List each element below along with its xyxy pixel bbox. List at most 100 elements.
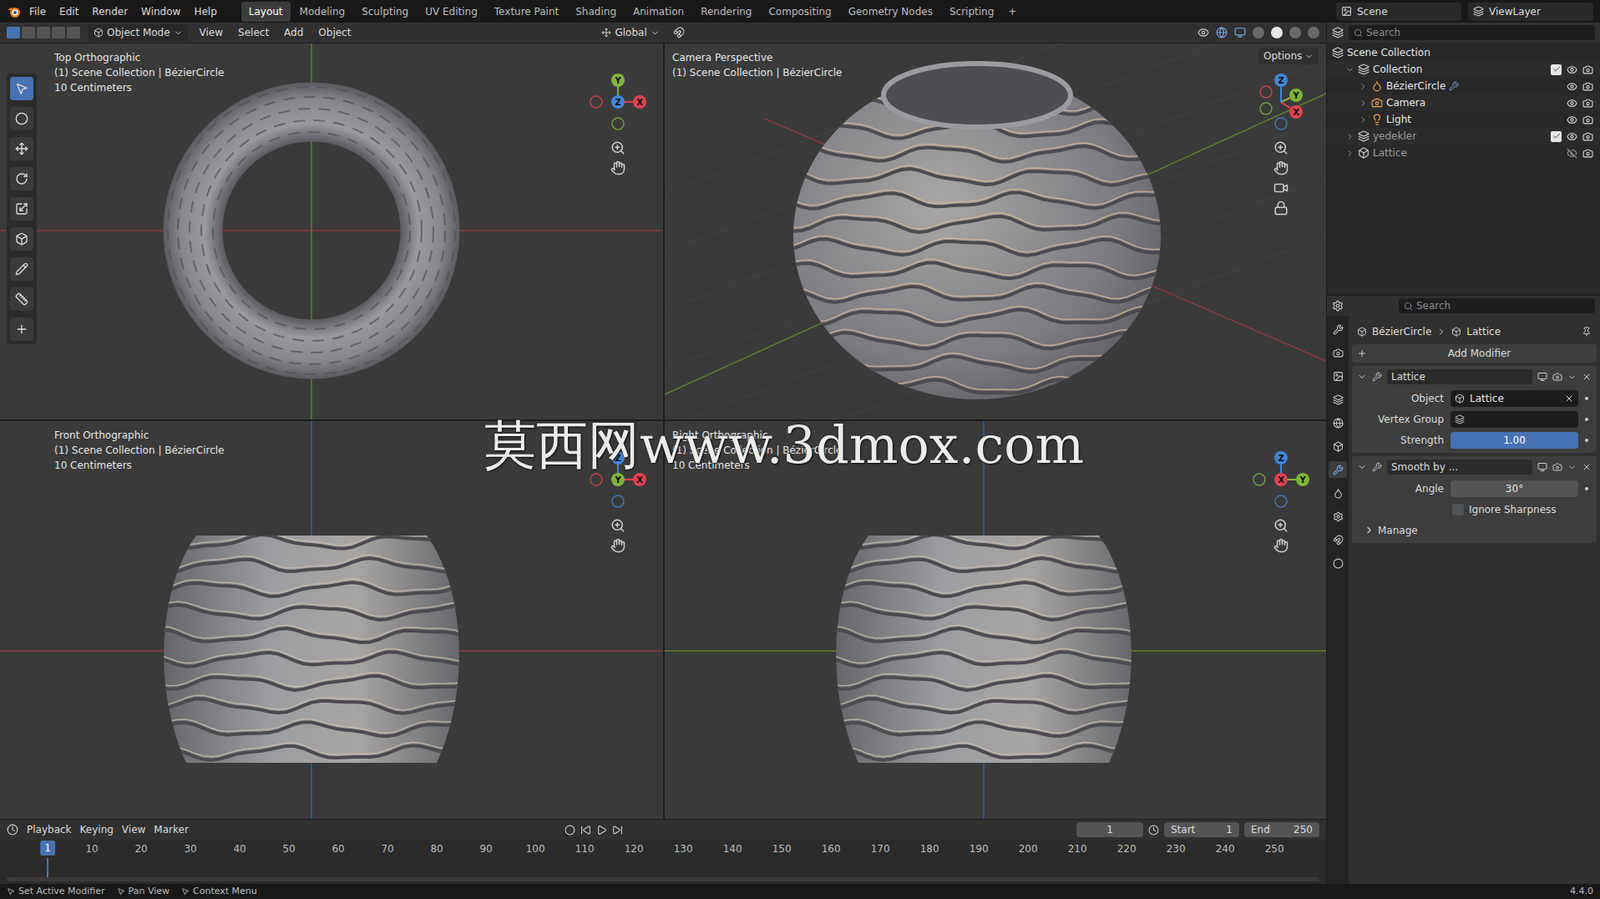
expand-icon[interactable] (1358, 98, 1368, 108)
view-layer-selector[interactable]: ViewLayer (1468, 2, 1594, 21)
header-menu[interactable]: Add (280, 25, 307, 41)
select-mode-button[interactable] (66, 26, 81, 39)
timeline-menu[interactable]: Marker (153, 821, 188, 837)
tool-button[interactable] (10, 197, 34, 221)
lock-icon[interactable] (1273, 200, 1289, 216)
play-icon[interactable] (596, 824, 608, 836)
remove-icon[interactable] (1581, 461, 1592, 472)
workspace-tab[interactable]: Animation (625, 1, 692, 22)
render-icon[interactable] (1582, 97, 1594, 109)
slider-field[interactable]: 1.00 (1450, 431, 1579, 449)
shading-button[interactable] (1270, 26, 1283, 39)
vase-model[interactable] (664, 420, 1327, 819)
tool-button[interactable] (10, 257, 34, 281)
outliner-row[interactable]: Light (1326, 111, 1600, 128)
current-frame-field[interactable]: 1 (1076, 821, 1144, 837)
workspace-tab[interactable]: Texture Paint (486, 1, 567, 22)
torus-model[interactable] (0, 43, 664, 420)
pan-hand-icon[interactable] (610, 537, 626, 553)
workspace-tab[interactable]: Rendering (693, 1, 760, 22)
pan-hand-icon[interactable] (1273, 537, 1289, 553)
jump-end-icon[interactable] (612, 824, 623, 836)
outliner-row[interactable]: yedekler (1326, 127, 1600, 145)
timeline-menu[interactable]: Keying (80, 821, 114, 837)
overlay-icon[interactable] (1234, 26, 1246, 39)
workspace-tab[interactable]: Layout (241, 1, 291, 22)
search-field[interactable] (1450, 410, 1579, 428)
search-field[interactable]: Lattice (1450, 389, 1579, 407)
menu-item[interactable]: Edit (53, 4, 85, 20)
zoom-icon[interactable] (1273, 517, 1289, 533)
expand-icon[interactable] (1358, 115, 1368, 125)
outliner-row[interactable]: BézierCircle (1326, 77, 1600, 95)
blender-logo-icon[interactable] (6, 5, 22, 19)
workspace-tab[interactable]: Scripting (941, 1, 1002, 22)
modifier-header[interactable]: Smooth by ... (1351, 455, 1597, 478)
select-mode-button[interactable] (21, 26, 36, 39)
zoom-icon[interactable] (610, 140, 626, 156)
shading-button[interactable] (1289, 26, 1302, 39)
viewport[interactable]: Front Orthographic(1) Scene Collection |… (0, 420, 664, 819)
expand-icon[interactable] (1345, 131, 1355, 142)
zoom-icon[interactable] (1273, 140, 1289, 156)
properties-tab[interactable] (1328, 367, 1347, 385)
editor-type-icon[interactable] (6, 823, 19, 836)
properties-tab[interactable] (1328, 320, 1347, 338)
camera-view-icon[interactable] (1273, 180, 1289, 196)
navigation-gizmo[interactable]: XYZ (1247, 68, 1315, 136)
expand-icon[interactable] (1358, 81, 1368, 92)
modifier-name[interactable]: Smooth by ... (1387, 459, 1533, 475)
menu-item[interactable]: Help (187, 4, 223, 20)
editor-type-icon[interactable] (1331, 299, 1344, 312)
exclude-checkbox[interactable] (1550, 131, 1562, 142)
viewport[interactable]: Camera Perspective(1) Scene Collection |… (664, 43, 1327, 420)
header-menu[interactable]: View (196, 25, 227, 41)
select-mode-button[interactable] (6, 26, 21, 39)
visibility-icon[interactable] (1566, 97, 1578, 109)
outliner-row[interactable]: Lattice (1326, 144, 1600, 162)
exclude-checkbox[interactable] (1550, 64, 1562, 76)
vase-model[interactable] (0, 420, 664, 819)
tool-button[interactable] (10, 287, 34, 311)
properties-tab[interactable] (1328, 507, 1347, 525)
gizmo-icon[interactable] (1215, 26, 1228, 39)
modifier-header[interactable]: Lattice (1351, 365, 1597, 388)
viewport[interactable]: Top Orthographic(1) Scene Collection | B… (0, 43, 664, 420)
tool-button[interactable] (10, 76, 34, 101)
properties-tab[interactable] (1328, 460, 1347, 478)
render-icon[interactable] (1582, 64, 1594, 76)
orientation-dropdown[interactable]: Global (596, 25, 664, 41)
navigation-gizmo[interactable]: XYZ (1247, 445, 1315, 513)
pan-hand-icon[interactable] (1273, 160, 1289, 176)
visibility-icon[interactable] (1197, 26, 1210, 39)
checkbox[interactable] (1452, 503, 1464, 516)
properties-tab[interactable] (1328, 414, 1347, 431)
end-frame-field[interactable]: End250 (1244, 821, 1320, 837)
viewport[interactable]: Right Orthographic(1) Scene Collection |… (664, 420, 1327, 819)
properties-search[interactable]: Search (1398, 298, 1595, 314)
workspace-tab[interactable]: Modeling (292, 1, 354, 22)
navigation-gizmo[interactable]: XYZ (584, 68, 652, 136)
navigation-gizmo[interactable]: XYZ (584, 445, 652, 513)
hidden-icon[interactable] (1566, 147, 1578, 159)
expand-icon[interactable] (1345, 148, 1355, 158)
vase-model[interactable] (664, 43, 1327, 420)
menu-item[interactable]: Window (135, 4, 187, 20)
outliner-row[interactable]: Camera (1326, 94, 1600, 112)
shading-button[interactable] (1307, 26, 1320, 39)
options-button[interactable]: Options (1258, 47, 1319, 65)
pan-hand-icon[interactable] (610, 160, 626, 176)
playhead[interactable]: 1 (40, 840, 56, 856)
properties-tab[interactable] (1328, 531, 1347, 548)
tool-button[interactable] (10, 167, 34, 191)
menu-item[interactable]: File (23, 4, 52, 20)
properties-tab[interactable] (1328, 437, 1347, 455)
remove-icon[interactable] (1581, 371, 1592, 382)
outliner-row[interactable]: Collection (1326, 60, 1600, 78)
shading-button[interactable] (1252, 26, 1265, 39)
header-menu[interactable]: Select (234, 25, 273, 41)
outliner-row[interactable]: Scene Collection (1326, 44, 1600, 61)
workspace-tab[interactable]: UV Editing (417, 1, 486, 22)
render-icon[interactable] (1582, 114, 1594, 126)
tool-button[interactable] (10, 317, 34, 341)
